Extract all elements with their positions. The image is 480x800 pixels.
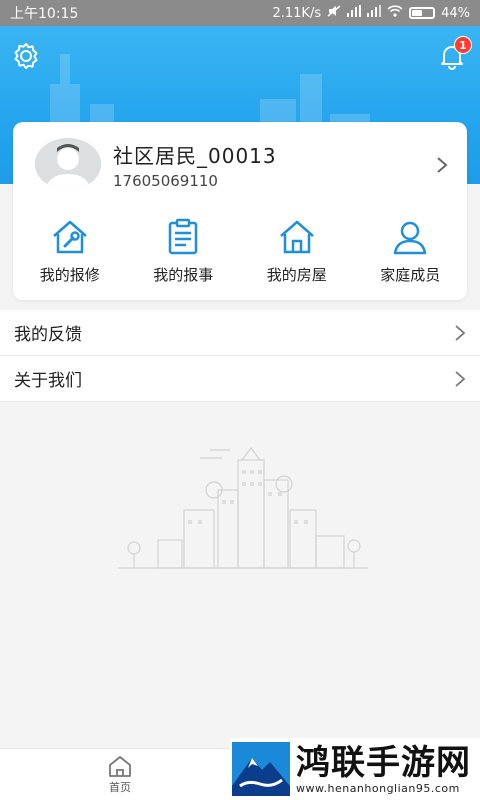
quick-action-my-repairs[interactable]: 我的报修 [20,218,120,288]
quick-action-label: 我的房屋 [266,266,327,284]
profile-card[interactable]: 社区居民_00013 17605069110 我的报修 我的报事 我的房屋 家庭… [13,122,467,300]
watermark: 鸿联手游网 www.henanhonglian95.com [230,738,480,800]
quick-action-my-reports[interactable]: 我的报事 [133,218,233,288]
menu-item-feedback[interactable]: 我的反馈 [0,310,480,356]
nav-home-label: 首页 [109,781,131,794]
nav-tab-home[interactable]: 首页 [104,755,136,795]
settings-gear-icon[interactable] [12,42,40,70]
signal-icon-2 [367,5,382,21]
mountain-logo-icon [232,742,290,796]
quick-actions: 我的报修 我的报事 我的房屋 家庭成员 [13,218,467,288]
watermark-title: 鸿联手游网 [296,742,471,783]
person-icon [394,221,427,255]
chevron-right-icon[interactable] [435,156,449,174]
user-name: 社区居民_00013 [113,144,277,168]
wifi-icon [387,5,403,21]
menu-item-about-us[interactable]: 关于我们 [0,356,480,402]
avatar[interactable] [35,138,101,190]
clipboard-icon [169,218,198,255]
notification-badge: 1 [454,36,472,54]
mute-icon [327,5,341,21]
house-wrench-icon [52,220,87,254]
watermark-url: www.henanhonglian95.com [296,781,460,795]
battery-percent: 44% [441,5,470,21]
menu-item-label: 关于我们 [14,371,82,391]
status-indicators: 2.11K/s 44% [272,5,470,21]
quick-action-my-house[interactable]: 我的房屋 [247,218,347,288]
quick-action-family-members[interactable]: 家庭成员 [360,218,460,288]
home-icon [109,756,131,777]
menu-list: 我的反馈 关于我们 [0,310,480,402]
default-avatar-icon [35,138,101,190]
chevron-right-icon [455,324,466,341]
status-time: 上午10:15 [10,6,79,22]
quick-action-label: 家庭成员 [380,266,441,284]
status-bar: 上午10:15 2.11K/s 44% [0,0,480,26]
city-illustration [118,447,368,569]
chevron-right-icon [455,370,466,387]
battery-icon [409,7,436,19]
house-icon [279,220,314,254]
network-speed: 2.11K/s [272,5,322,21]
quick-action-label: 我的报事 [153,266,214,284]
signal-icon [347,5,362,21]
user-phone: 17605069110 [113,172,218,190]
quick-action-label: 我的报修 [39,266,100,284]
menu-item-label: 我的反馈 [14,325,82,345]
